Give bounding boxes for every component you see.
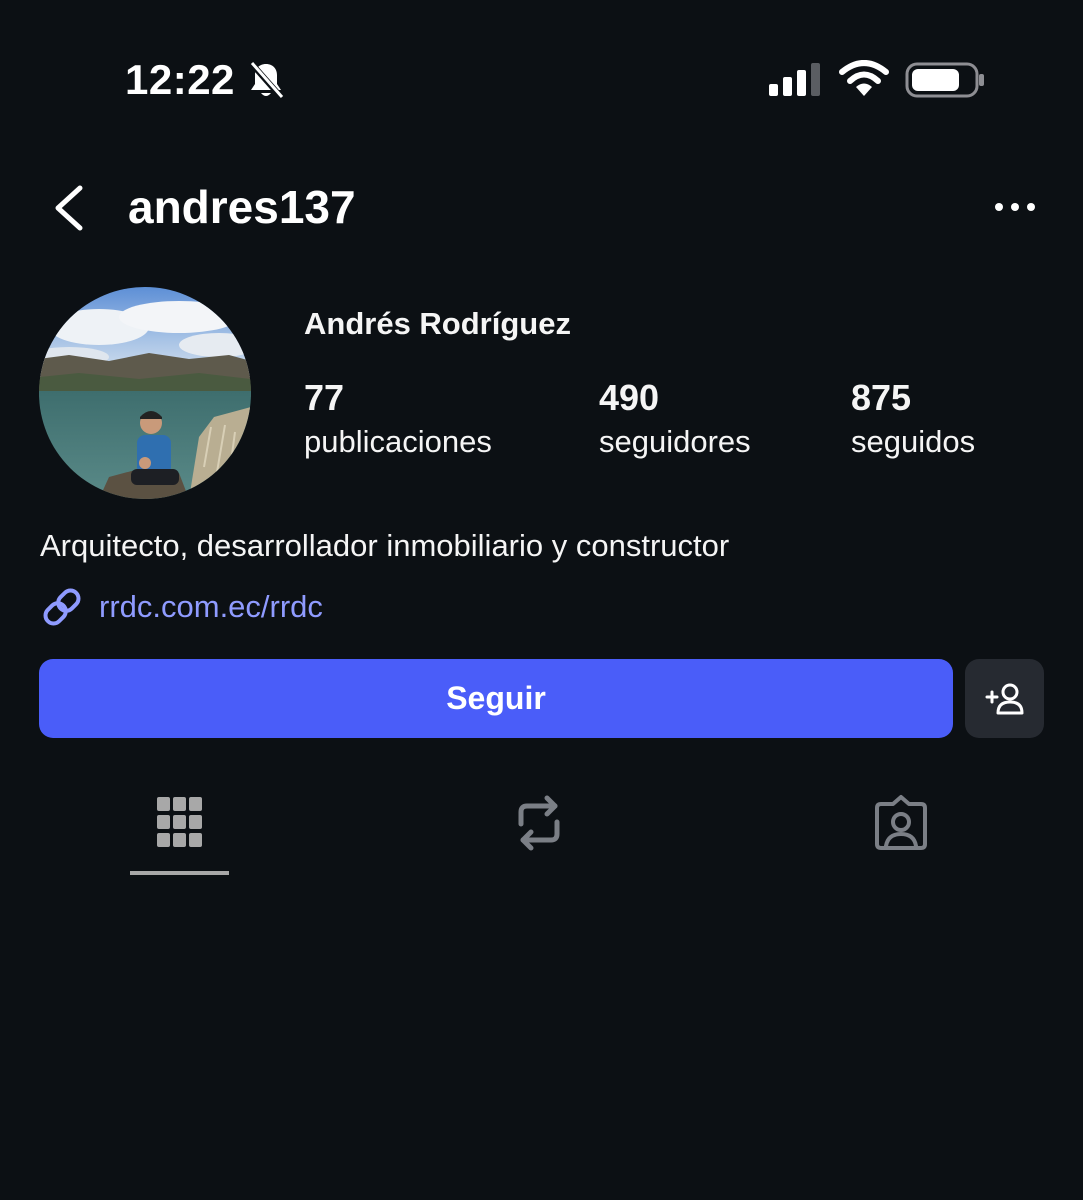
repost-icon <box>518 795 560 851</box>
profile-link[interactable]: rrdc.com.ec/rrdc <box>40 584 323 630</box>
status-time: 12:22 <box>125 56 235 103</box>
tab-tagged[interactable] <box>851 786 951 860</box>
stat-following-value: 875 <box>851 377 912 418</box>
stat-followers-label: seguidores <box>599 424 751 459</box>
stat-followers[interactable]: 490 seguidores <box>599 376 751 464</box>
profile-screen: 12:22 andres137 Andrés Rodríguez 77 publ… <box>0 0 1083 1200</box>
stat-following[interactable]: 875 seguidos <box>851 376 975 464</box>
back-icon[interactable] <box>48 180 88 236</box>
wifi-icon <box>839 60 889 96</box>
link-icon <box>43 588 81 626</box>
grid-icon <box>157 797 202 847</box>
profile-link-text: rrdc.com.ec/rrdc <box>99 589 323 624</box>
avatar-photo <box>39 287 251 499</box>
bell-off-icon <box>248 61 284 99</box>
profile-avatar[interactable] <box>39 287 251 499</box>
suggested-accounts-button[interactable] <box>965 659 1044 738</box>
signal-icon <box>769 63 820 96</box>
stat-posts[interactable]: 77 publicaciones <box>304 376 492 464</box>
tab-reposts[interactable] <box>489 786 589 860</box>
more-options-icon[interactable] <box>990 192 1040 222</box>
display-name: Andrés Rodríguez <box>304 306 571 341</box>
profile-bio: Arquitecto, desarrollador inmobiliario y… <box>40 528 730 563</box>
battery-icon <box>905 62 984 98</box>
stat-followers-value: 490 <box>599 377 660 418</box>
stat-following-label: seguidos <box>851 424 976 459</box>
stat-posts-label: publicaciones <box>304 424 492 459</box>
stat-posts-value: 77 <box>304 377 345 418</box>
active-tab-indicator <box>130 871 229 875</box>
profile-username: andres137 <box>128 181 356 233</box>
tab-posts-grid[interactable] <box>130 786 230 860</box>
add-person-icon <box>985 683 1023 714</box>
tagged-person-icon <box>875 795 927 850</box>
follow-button[interactable]: Seguir <box>39 659 953 738</box>
